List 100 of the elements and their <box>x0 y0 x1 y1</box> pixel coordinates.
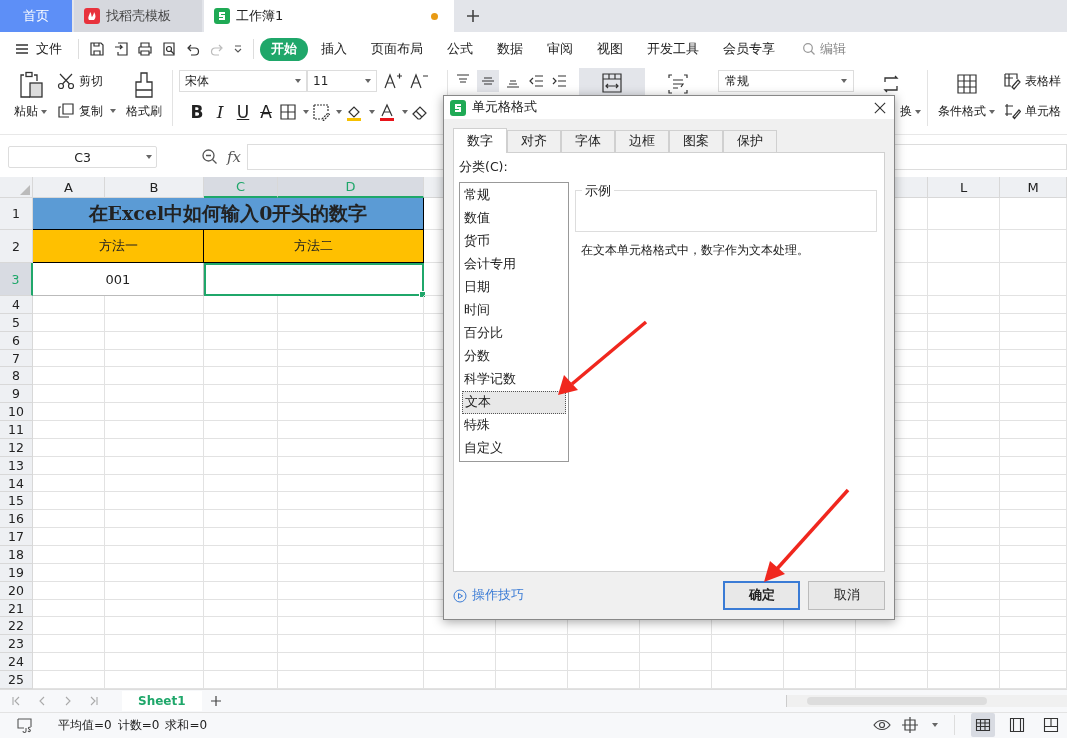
tips-link[interactable]: 操作技巧 <box>453 587 524 604</box>
grid-cell[interactable] <box>204 563 278 582</box>
font-select[interactable]: 宋体 <box>179 70 307 92</box>
grid-cell[interactable] <box>1000 563 1067 582</box>
dialog-tab[interactable]: 边框 <box>615 130 669 152</box>
grid-cell[interactable] <box>496 635 568 654</box>
ribbon-tab[interactable]: 页面布局 <box>360 37 434 61</box>
grid-cell[interactable] <box>568 671 640 689</box>
row-header[interactable]: 15 <box>0 492 33 511</box>
grid-cell[interactable] <box>204 385 278 404</box>
grid-cell[interactable] <box>204 403 278 421</box>
ribbon-tab[interactable]: 开发工具 <box>636 37 710 61</box>
save-icon[interactable] <box>89 41 105 57</box>
row-header[interactable]: 23 <box>0 635 33 654</box>
grid-cell[interactable] <box>928 313 1000 332</box>
category-item[interactable]: 科学记数 <box>462 368 566 391</box>
grid-cell[interactable] <box>33 349 105 368</box>
grid-cell[interactable] <box>204 367 278 386</box>
number-format-select[interactable]: 常规 <box>718 70 855 92</box>
search-field[interactable]: 编辑 <box>802 40 846 58</box>
grid-cell[interactable] <box>105 671 204 689</box>
grid-cell[interactable] <box>928 653 1000 672</box>
convert-button[interactable]: 换 <box>900 103 921 120</box>
grid-cell[interactable] <box>1000 546 1067 564</box>
grid-cell[interactable] <box>1000 313 1067 332</box>
grid-cell[interactable] <box>278 510 424 529</box>
file-menu[interactable]: 文件 <box>14 40 62 58</box>
grid-cell[interactable] <box>105 510 204 529</box>
bold-button[interactable]: B <box>187 102 207 122</box>
grid-cell[interactable] <box>33 421 105 439</box>
category-item[interactable]: 日期 <box>462 276 566 299</box>
row-header[interactable]: 16 <box>0 510 33 529</box>
grid-cell[interactable] <box>1000 230 1067 263</box>
grid-cell[interactable] <box>568 635 640 654</box>
row-header[interactable]: 25 <box>0 671 33 689</box>
grid-cell[interactable] <box>1000 198 1067 230</box>
grid-cell[interactable] <box>1000 617 1067 636</box>
view-mode-button[interactable] <box>971 713 995 738</box>
grid-cell[interactable] <box>105 581 204 600</box>
cell-format-icon[interactable] <box>312 103 330 121</box>
grid-cell[interactable] <box>204 546 278 564</box>
grid-cell[interactable] <box>204 349 278 368</box>
caret-icon[interactable] <box>932 723 938 728</box>
grid-cell[interactable] <box>928 367 1000 386</box>
grid-cell[interactable] <box>928 331 1000 350</box>
grid-cell[interactable] <box>33 492 105 511</box>
grid-cell[interactable] <box>105 367 204 386</box>
ribbon-tab[interactable]: 插入 <box>310 37 358 61</box>
grid-cell[interactable] <box>105 599 204 618</box>
grid-cell[interactable] <box>1000 403 1067 421</box>
grid-cell[interactable] <box>568 653 640 672</box>
grid-cell[interactable] <box>1000 635 1067 654</box>
grid-cell[interactable] <box>278 456 424 475</box>
row-header[interactable]: 11 <box>0 421 33 439</box>
macro-icon[interactable] <box>16 716 34 735</box>
column-header[interactable]: A <box>33 177 105 198</box>
grid-cell[interactable] <box>278 438 424 457</box>
grow-font-icon[interactable] <box>383 71 403 91</box>
grid-cell[interactable] <box>1000 599 1067 618</box>
ribbon-tab[interactable]: 数据 <box>486 37 534 61</box>
grid-cell[interactable] <box>33 653 105 672</box>
grid-cell[interactable] <box>928 296 1000 314</box>
grid-cell[interactable] <box>640 635 712 654</box>
dialog-tab[interactable]: 字体 <box>561 130 615 152</box>
crosshair-icon[interactable] <box>901 716 919 735</box>
grid-cell[interactable] <box>278 653 424 672</box>
row-header[interactable]: 8 <box>0 367 33 386</box>
grid-cell[interactable] <box>1000 421 1067 439</box>
row-header[interactable]: 17 <box>0 528 33 547</box>
grid-cell[interactable] <box>278 617 424 636</box>
column-header[interactable]: L <box>928 177 1000 198</box>
grid-cell[interactable] <box>204 456 278 475</box>
grid-cell[interactable] <box>204 421 278 439</box>
borders-icon[interactable] <box>279 103 297 121</box>
new-tab-icon[interactable] <box>466 9 480 23</box>
cut-button[interactable]: 剪切 <box>57 72 116 90</box>
category-item[interactable]: 分数 <box>462 345 566 368</box>
category-item[interactable]: 时间 <box>462 299 566 322</box>
grid-cell[interactable] <box>105 456 204 475</box>
conditional-format-button[interactable]: 条件格式 <box>934 66 999 134</box>
close-icon[interactable] <box>874 101 886 114</box>
column-header[interactable]: M <box>1000 177 1067 198</box>
grid-cell[interactable] <box>33 367 105 386</box>
grid-cell[interactable] <box>204 528 278 547</box>
grid-cell[interactable] <box>204 438 278 457</box>
grid-cell[interactable] <box>105 296 204 314</box>
grid-cell[interactable] <box>712 635 784 654</box>
grid-cell[interactable] <box>712 671 784 689</box>
grid-cell[interactable] <box>33 617 105 636</box>
grid-cell[interactable] <box>33 313 105 332</box>
grid-cell[interactable] <box>204 599 278 618</box>
copy-button[interactable]: 复制 <box>57 102 116 120</box>
grid-cell[interactable] <box>1000 474 1067 493</box>
grid-cell[interactable] <box>105 349 204 368</box>
grid-cell[interactable] <box>33 385 105 404</box>
category-item[interactable]: 数值 <box>462 207 566 230</box>
italic-button[interactable]: I <box>210 102 230 122</box>
export-icon[interactable] <box>113 41 129 57</box>
ribbon-tab[interactable]: 审阅 <box>536 37 584 61</box>
grid-cell[interactable] <box>784 635 856 654</box>
